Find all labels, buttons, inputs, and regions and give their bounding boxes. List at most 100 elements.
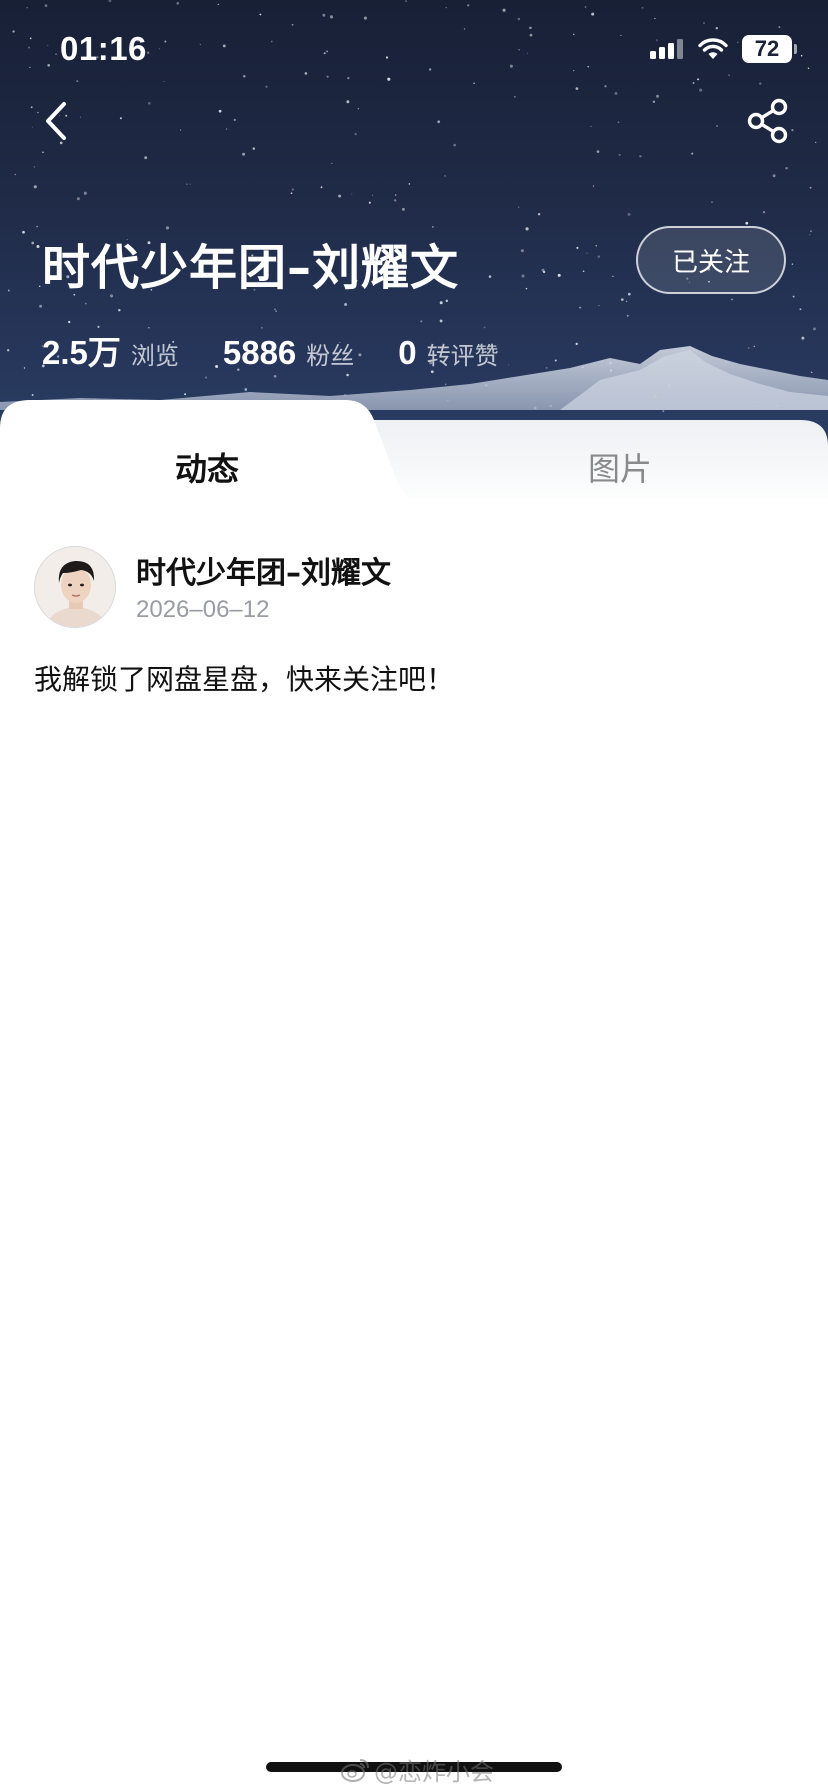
- tab-pictures[interactable]: 图片: [520, 444, 720, 490]
- star: [32, 126, 34, 128]
- star: [259, 13, 262, 16]
- star: [363, 16, 367, 20]
- star: [270, 40, 273, 43]
- star: [189, 183, 191, 185]
- star: [517, 17, 521, 21]
- star: [597, 255, 601, 258]
- star: [812, 327, 817, 331]
- share-icon[interactable]: [746, 98, 790, 144]
- star: [47, 44, 49, 46]
- star: [331, 162, 333, 165]
- star: [439, 301, 443, 305]
- star: [778, 26, 781, 29]
- star: [401, 207, 405, 211]
- star: [274, 308, 277, 311]
- star: [591, 12, 595, 16]
- star: [541, 268, 545, 272]
- star: [158, 48, 161, 50]
- star: [604, 85, 607, 88]
- star: [617, 121, 620, 124]
- star: [529, 33, 533, 37]
- star: [692, 82, 695, 84]
- star: [772, 174, 776, 178]
- star: [351, 193, 353, 195]
- star: [745, 221, 749, 225]
- star: [76, 197, 80, 201]
- star: [326, 50, 329, 53]
- star: [711, 201, 713, 203]
- star: [79, 116, 81, 118]
- avatar[interactable]: [34, 546, 116, 628]
- star: [147, 51, 150, 54]
- star: [587, 65, 590, 68]
- star: [429, 68, 432, 71]
- chevron-left-icon[interactable]: [38, 96, 78, 146]
- star: [344, 302, 348, 307]
- star: [655, 94, 660, 98]
- star: [473, 82, 475, 84]
- star: [290, 192, 293, 195]
- star: [815, 141, 817, 144]
- star: [697, 78, 700, 81]
- star: [47, 64, 50, 67]
- stat-value: 2.5万: [42, 334, 121, 371]
- star: [463, 28, 466, 30]
- star: [164, 40, 167, 43]
- star: [652, 100, 656, 104]
- stat-fans[interactable]: 5886 粉丝: [223, 334, 354, 372]
- star: [759, 82, 762, 85]
- star: [55, 53, 57, 56]
- star: [654, 17, 656, 20]
- star: [518, 49, 520, 51]
- star: [22, 230, 25, 234]
- star: [586, 252, 588, 254]
- star: [76, 80, 79, 83]
- star: [810, 230, 812, 233]
- star: [618, 153, 621, 156]
- star: [347, 76, 350, 80]
- star: [29, 37, 32, 40]
- star: [626, 314, 629, 317]
- battery-level: 72: [754, 36, 780, 61]
- star: [38, 285, 41, 288]
- star: [573, 33, 575, 36]
- star: [329, 15, 334, 19]
- star: [467, 4, 470, 7]
- star: [394, 199, 397, 202]
- star: [612, 275, 614, 278]
- star: [265, 85, 268, 88]
- star: [185, 183, 188, 186]
- star: [42, 151, 44, 154]
- star: [527, 52, 529, 54]
- star: [488, 275, 492, 278]
- star: [800, 54, 803, 57]
- star: [218, 109, 222, 113]
- star: [420, 320, 423, 323]
- star: [557, 273, 561, 277]
- star: [31, 241, 35, 245]
- star: [573, 69, 575, 72]
- star: [437, 120, 441, 124]
- star: [807, 67, 810, 70]
- status-icons: 72: [650, 34, 797, 64]
- star: [518, 206, 520, 208]
- author-name[interactable]: 时代少年团–刘耀文: [136, 548, 391, 592]
- follow-button[interactable]: 已关注: [636, 226, 786, 294]
- star: [699, 88, 703, 92]
- star: [118, 308, 121, 312]
- star: [29, 66, 31, 68]
- star: [387, 77, 391, 81]
- star: [445, 299, 449, 303]
- star: [222, 44, 226, 48]
- stat-label: 粉丝: [306, 342, 355, 370]
- star: [28, 46, 30, 49]
- star: [119, 117, 122, 120]
- star: [439, 319, 443, 323]
- star: [785, 166, 788, 170]
- stat-label: 浏览: [130, 342, 179, 370]
- tab-dynamics[interactable]: 动态: [107, 444, 307, 490]
- star: [242, 152, 246, 156]
- star: [354, 133, 357, 136]
- profile-stats: 2.5万 浏览 5886 粉丝 0 转评赞: [42, 326, 543, 374]
- star: [537, 212, 541, 216]
